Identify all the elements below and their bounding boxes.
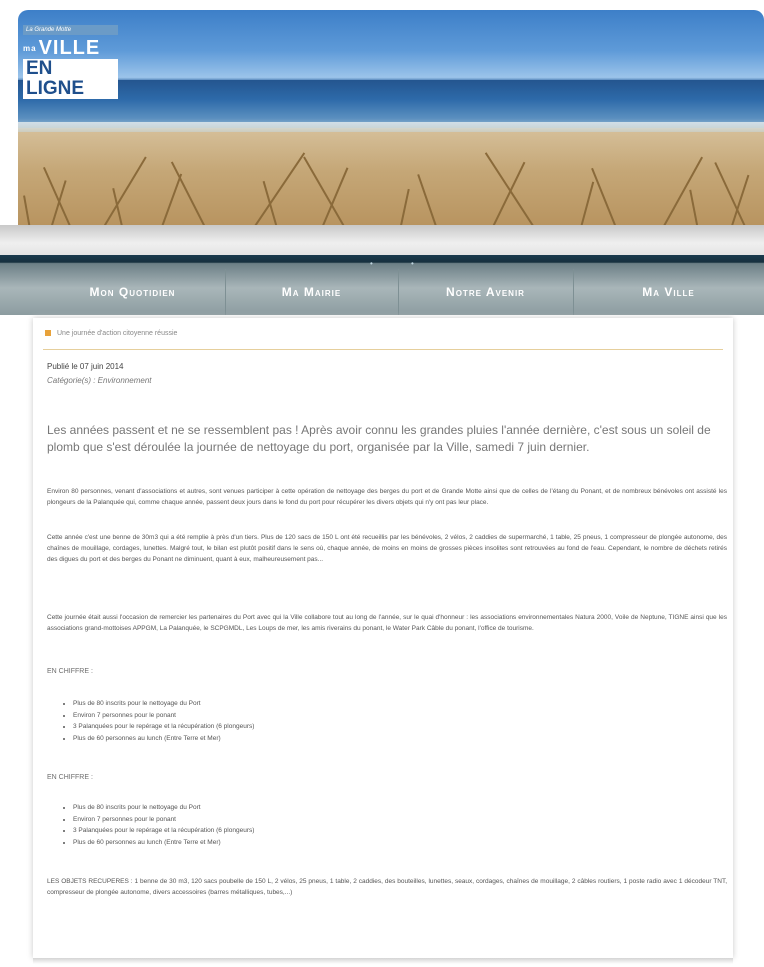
section-1-title: EN CHIFFRE : xyxy=(47,668,93,675)
list-item: Plus de 60 personnes au lunch (Entre Ter… xyxy=(73,733,254,745)
main-nav: • • Mon Quotidien Ma Mairie Notre Avenir… xyxy=(0,255,764,315)
header-banner: La Grande Motte ma VILLE EN LIGNE xyxy=(18,10,764,235)
breadcrumb-label[interactable]: Une journée d'action citoyenne réussie xyxy=(57,330,177,337)
list-item: Environ 7 personnes pour le ponant xyxy=(73,710,254,722)
breadcrumb[interactable]: Une journée d'action citoyenne réussie xyxy=(45,330,177,337)
list-item: 3 Palanquées pour le repérage et la récu… xyxy=(73,825,254,837)
list-item: Plus de 80 inscrits pour le nettoyage du… xyxy=(73,698,254,710)
nav-ma-mairie[interactable]: Ma Mairie xyxy=(225,269,399,315)
article-lead: Les années passent et ne se ressemblent … xyxy=(47,423,711,454)
divider xyxy=(43,349,723,350)
list-item: Environ 7 personnes pour le ponant xyxy=(73,814,254,826)
list-item: Plus de 80 inscrits pour le nettoyage du… xyxy=(73,802,254,814)
nav-ma-ville[interactable]: Ma Ville xyxy=(573,269,764,315)
section-1-list: Plus de 80 inscrits pour le nettoyage du… xyxy=(61,698,254,744)
panel-shadow xyxy=(33,958,733,964)
nav-mon-quotidien[interactable]: Mon Quotidien xyxy=(40,269,226,315)
logo-line2: EN LIGNE xyxy=(23,58,118,99)
banner-sea xyxy=(18,80,764,128)
section-2-list: Plus de 80 inscrits pour le nettoyage du… xyxy=(61,802,254,848)
recovered-objects: LES OBJETS RECUPERES : 1 benne de 30 m3,… xyxy=(47,878,727,896)
site-logo[interactable]: La Grande Motte ma VILLE EN LIGNE xyxy=(23,25,118,105)
logo-tagline: La Grande Motte xyxy=(23,25,118,35)
list-item: Plus de 60 personnes au lunch (Entre Ter… xyxy=(73,837,254,849)
logo-line1: ma VILLE xyxy=(23,37,101,59)
section-2-title: EN CHIFFRE : xyxy=(47,774,93,781)
article-paragraph-1: Environ 80 personnes, venant d'associati… xyxy=(47,488,727,506)
banner-foam xyxy=(18,122,764,132)
nav-notre-avenir[interactable]: Notre Avenir xyxy=(398,269,574,315)
article-category[interactable]: Catégorie(s) : Environnement xyxy=(47,376,152,385)
publish-date: Publié le 07 juin 2014 xyxy=(47,362,124,371)
bullet-icon xyxy=(45,330,51,337)
banner-reflection xyxy=(0,225,764,255)
article-paragraph-2: Cette année c'est une benne de 30m3 qui … xyxy=(47,534,727,563)
article-paragraph-3: Cette journée était aussi l'occasion de … xyxy=(47,614,727,632)
nav-dots-icon: • • xyxy=(370,259,432,268)
article-panel: Une journée d'action citoyenne réussie P… xyxy=(33,318,733,958)
list-item: 3 Palanquées pour le repérage et la récu… xyxy=(73,721,254,733)
